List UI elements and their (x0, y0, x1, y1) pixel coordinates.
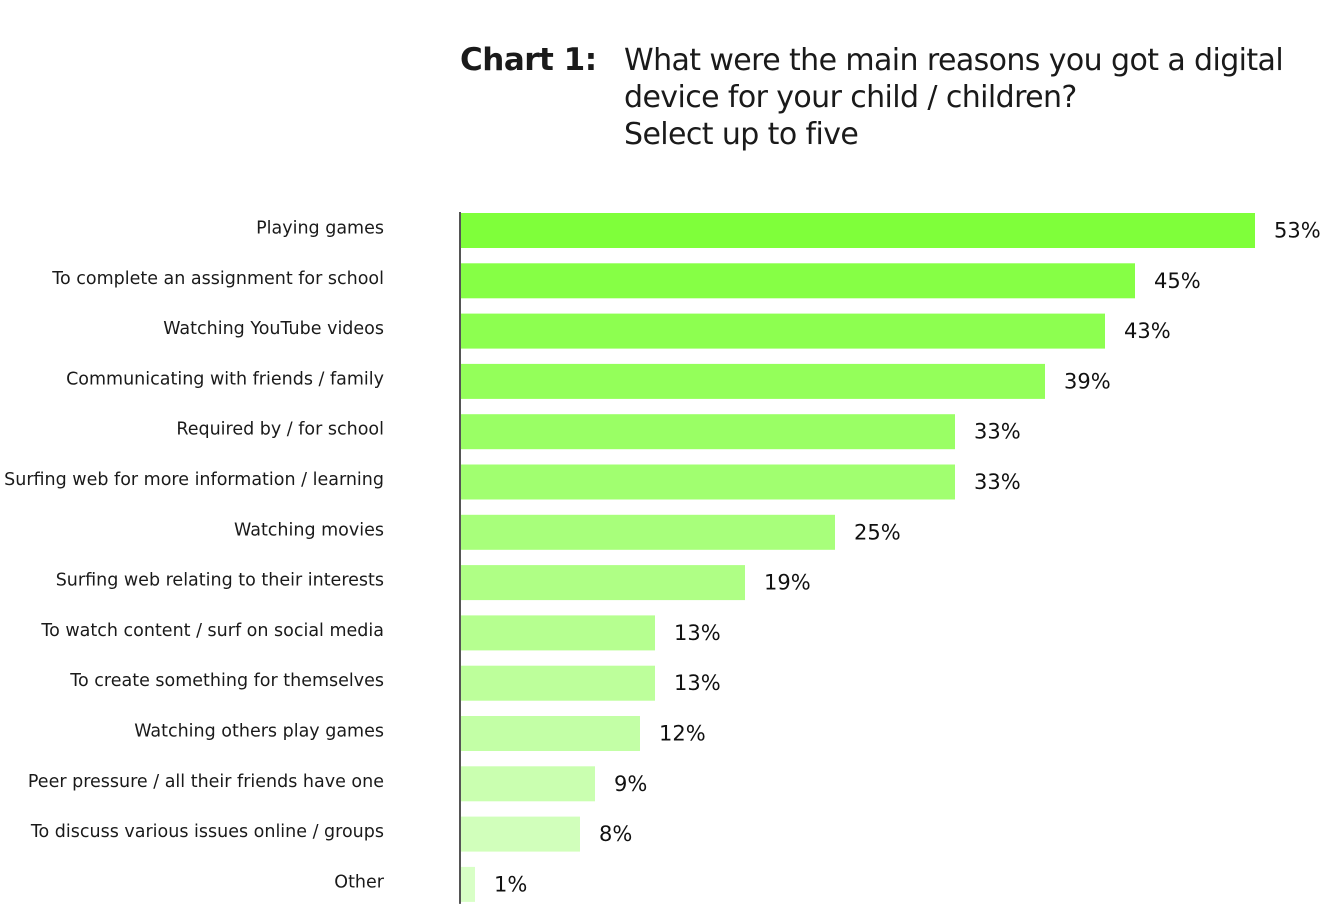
bar-3 (460, 363, 1045, 399)
bar-13 (460, 866, 475, 902)
bar-6 (460, 514, 835, 550)
category-label: Required by / for school (176, 420, 384, 440)
value-label: 45% (1154, 269, 1201, 293)
bar-9 (460, 665, 655, 701)
category-label: Watching others play games (134, 722, 384, 742)
category-label: To create something for themselves (69, 671, 384, 691)
category-label: Surfing web for more information / learn… (4, 470, 384, 490)
bar-0 (460, 213, 1255, 248)
category-label: To watch content / surf on social media (40, 621, 384, 641)
value-label: 19% (764, 571, 811, 595)
value-label: 33% (974, 420, 1021, 444)
bar-chart: Playing games To complete an assignment f… (4, 212, 1321, 904)
bar-12 (460, 816, 580, 852)
bar-5 (460, 464, 955, 500)
bar-2 (460, 313, 1105, 349)
category-label: To complete an assignment for school (51, 269, 384, 289)
bar-4 (460, 414, 955, 450)
category-label: Communicating with friends / family (66, 369, 384, 389)
bar-10 (460, 716, 640, 751)
bar-7 (460, 565, 745, 601)
value-label: 33% (974, 470, 1021, 494)
value-label: 13% (674, 621, 721, 645)
category-label: To discuss various issues online / group… (30, 822, 384, 842)
value-label: 43% (1124, 319, 1171, 343)
category-label: Other (334, 872, 384, 892)
value-label: 12% (659, 722, 706, 746)
value-label: 8% (599, 822, 632, 846)
bar-11 (460, 766, 595, 802)
bar-1 (460, 263, 1135, 299)
category-label: Watching movies (234, 520, 384, 540)
value-label: 13% (674, 671, 721, 695)
value-label: 39% (1064, 369, 1111, 393)
value-label: 53% (1274, 219, 1321, 243)
category-labels-group: Playing games To complete an assignment f… (4, 219, 385, 893)
category-label: Peer pressure / all their friends have o… (28, 772, 384, 792)
category-label: Playing games (256, 219, 384, 239)
value-label: 1% (494, 872, 527, 896)
category-label: Surfing web relating to their interests (56, 571, 384, 591)
value-label: 25% (854, 520, 901, 544)
bars-group (460, 213, 1255, 902)
category-label: Watching YouTube videos (163, 319, 384, 339)
bar-8 (460, 615, 655, 651)
value-label: 9% (614, 772, 647, 796)
